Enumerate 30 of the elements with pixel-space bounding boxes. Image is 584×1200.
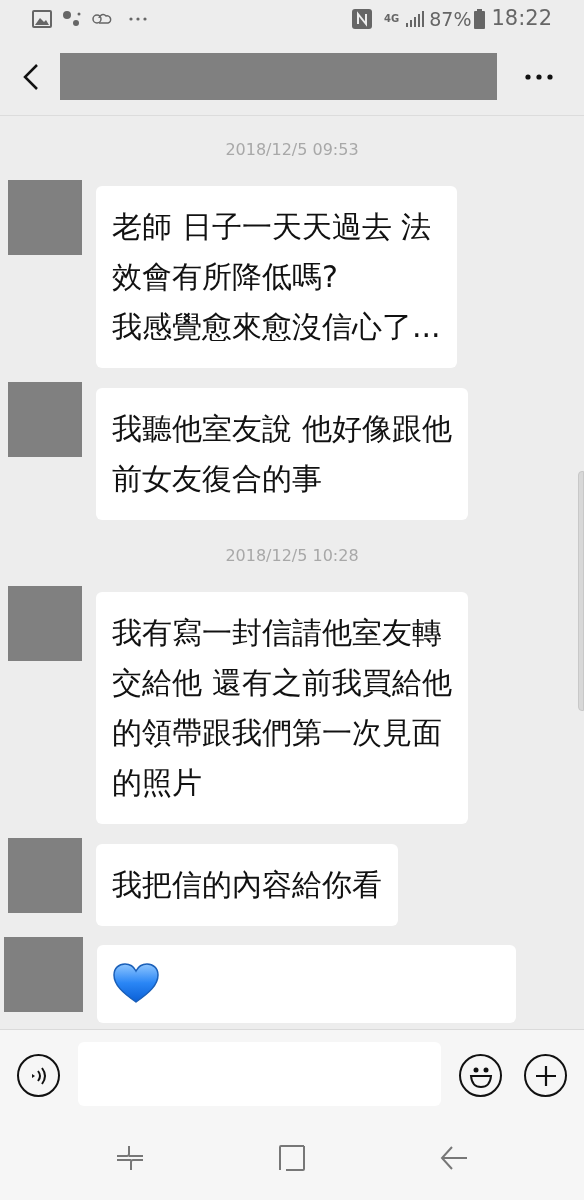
- message-text: 前女友復合的事: [112, 460, 323, 498]
- timestamp: 2018/12/5 10:28: [225, 545, 359, 567]
- message-text: 我感覺愈來愈沒信心了...: [112, 308, 441, 346]
- battery-percent: 87%: [429, 6, 472, 32]
- plus-icon: [533, 1063, 558, 1088]
- message-text: 我聽他室友說 他好像跟他: [112, 410, 452, 448]
- message-text: 我把信的內容給你看: [112, 866, 382, 904]
- nfc-icon: [352, 9, 373, 29]
- network-type: 4G: [384, 14, 400, 24]
- battery-icon: [474, 9, 486, 29]
- assistant-dots-icon: [62, 10, 82, 28]
- heart-icon: [113, 963, 159, 1003]
- signal-icon: [405, 10, 426, 28]
- add-button[interactable]: [524, 1054, 567, 1097]
- more-icon: [524, 73, 554, 80]
- message-text: 老師 日子一天天過去 法: [112, 208, 433, 246]
- message-text: 效會有所降低嗎?: [112, 258, 339, 296]
- message-text: 我有寫一封信請他室友轉: [112, 614, 443, 652]
- voice-button[interactable]: [17, 1054, 60, 1097]
- message-text: 交給他 還有之前我買給他: [112, 664, 452, 702]
- message-text: 的領帶跟我們第一次見面: [112, 714, 443, 752]
- home-button[interactable]: [278, 1144, 306, 1172]
- emoji-button[interactable]: [459, 1054, 502, 1097]
- timestamp: 2018/12/5 09:53: [225, 139, 359, 161]
- more-icon: [128, 16, 148, 22]
- back-nav-button[interactable]: [440, 1144, 468, 1172]
- message-text: 的照片: [112, 764, 203, 802]
- image-icon: [32, 10, 52, 28]
- clock: 18:22: [491, 5, 552, 33]
- recent-apps-button[interactable]: [116, 1144, 144, 1172]
